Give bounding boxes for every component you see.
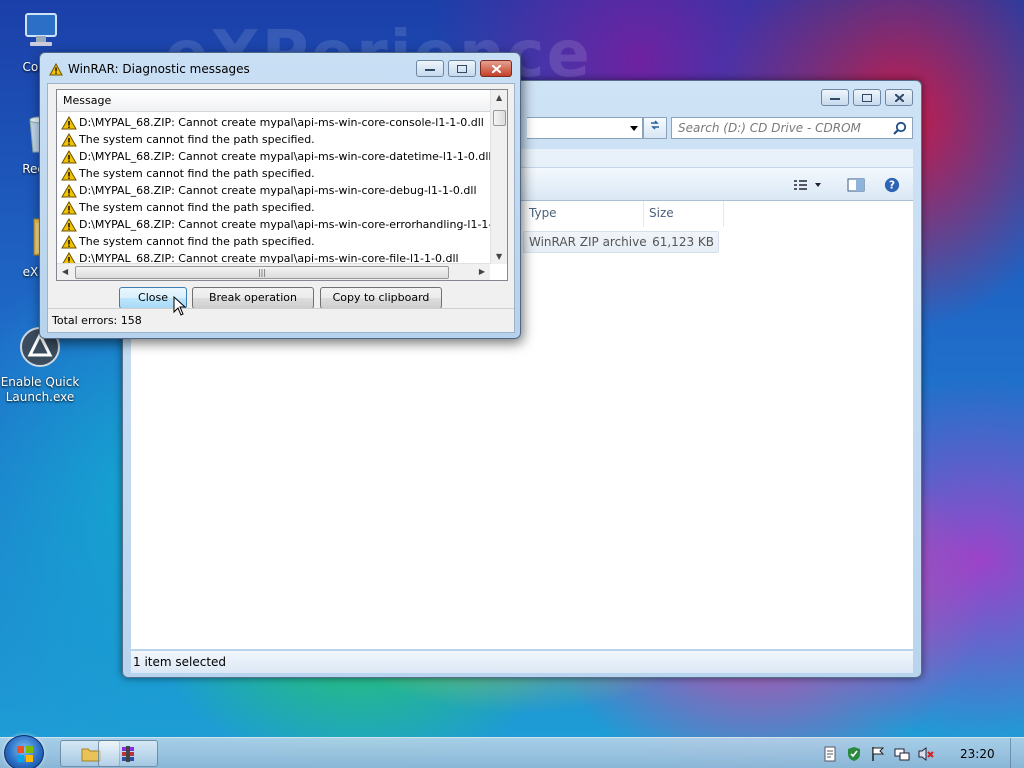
file-type-cell: WinRAR ZIP archive xyxy=(529,235,647,249)
message-text: D:\MYPAL_68.ZIP: Cannot create mypal\api… xyxy=(79,116,484,129)
volume-muted-icon[interactable] xyxy=(918,746,934,762)
scroll-up-icon[interactable]: ▲ xyxy=(496,93,502,102)
explorer-caption-buttons xyxy=(821,89,913,106)
maximize-button[interactable] xyxy=(853,89,881,106)
search-icon[interactable] xyxy=(893,121,907,135)
winrar-diagnostic-dialog: WinRAR: Diagnostic messages Message D:\M… xyxy=(39,52,521,339)
search-placeholder: Search (D:) CD Drive - CDROM xyxy=(678,121,861,135)
copy-to-clipboard-button[interactable]: Copy to clipboard xyxy=(320,287,442,309)
close-icon xyxy=(491,64,501,73)
minimize-icon xyxy=(830,97,840,100)
winrar-icon xyxy=(122,746,134,762)
computer-icon xyxy=(25,13,57,46)
dialog-status: Total errors: 158 xyxy=(48,308,514,332)
break-operation-button[interactable]: Break operation xyxy=(192,287,314,309)
horizontal-scrollbar[interactable]: ◀ ||| ▶ xyxy=(57,263,490,280)
message-text: D:\MYPAL_68.ZIP: Cannot create mypal\api… xyxy=(79,184,477,197)
maximize-button[interactable] xyxy=(448,60,476,77)
notes-icon[interactable] xyxy=(822,746,838,762)
list-item[interactable]: D:\MYPAL_68.ZIP: Cannot create mypal\api… xyxy=(57,182,490,199)
dialog-body: Message D:\MYPAL_68.ZIP: Cannot create m… xyxy=(47,83,515,333)
dialog-title: WinRAR: Diagnostic messages xyxy=(68,62,250,76)
column-header-type[interactable]: Type xyxy=(523,201,643,227)
total-errors: Total errors: 158 xyxy=(52,314,142,327)
message-text: The system cannot find the path specifie… xyxy=(79,167,315,180)
column-separator[interactable] xyxy=(723,201,724,227)
action-center-flag-icon[interactable] xyxy=(870,746,886,762)
warning-icon xyxy=(61,115,77,129)
warning-icon xyxy=(61,149,77,163)
scroll-thumb[interactable] xyxy=(493,110,506,126)
close-icon xyxy=(894,93,904,102)
message-text: The system cannot find the path specifie… xyxy=(79,201,315,214)
show-desktop-button[interactable] xyxy=(1010,738,1024,768)
taskbar-clock[interactable]: 23:20 xyxy=(960,747,995,761)
warning-icon xyxy=(61,234,77,248)
message-text: The system cannot find the path specifie… xyxy=(79,235,315,248)
message-rows: D:\MYPAL_68.ZIP: Cannot create mypal\api… xyxy=(57,114,490,267)
list-item[interactable]: The system cannot find the path specifie… xyxy=(57,233,490,250)
preview-pane-icon[interactable] xyxy=(847,177,865,193)
column-header-size[interactable]: Size xyxy=(643,201,723,227)
message-list[interactable]: Message D:\MYPAL_68.ZIP: Cannot create m… xyxy=(56,89,508,281)
list-item[interactable]: D:\MYPAL_68.ZIP: Cannot create mypal\api… xyxy=(57,148,490,165)
message-text: D:\MYPAL_68.ZIP: Cannot create mypal\api… xyxy=(79,150,490,163)
minimize-icon xyxy=(425,68,435,71)
close-button[interactable] xyxy=(885,89,913,106)
maximize-icon xyxy=(862,93,872,102)
help-icon[interactable]: ? xyxy=(883,177,901,193)
minimize-button[interactable] xyxy=(416,60,444,77)
column-header-message[interactable]: Message xyxy=(57,90,490,112)
scroll-right-icon[interactable]: ▶ xyxy=(479,267,485,276)
chevron-down-icon xyxy=(630,126,638,131)
maximize-icon xyxy=(457,64,467,73)
desktop-icon-label: Enable Quick Launch.exe xyxy=(0,375,80,404)
svg-text:?: ? xyxy=(889,179,895,192)
warning-icon xyxy=(61,166,77,180)
search-input[interactable]: Search (D:) CD Drive - CDROM xyxy=(671,117,913,139)
warning-icon xyxy=(61,132,77,146)
start-button[interactable] xyxy=(4,735,44,768)
list-item[interactable]: D:\MYPAL_68.ZIP: Cannot create mypal\api… xyxy=(57,216,490,233)
scroll-down-icon[interactable]: ▼ xyxy=(496,252,502,261)
mouse-cursor-icon xyxy=(173,296,187,316)
scroll-left-icon[interactable]: ◀ xyxy=(62,267,68,276)
warning-icon xyxy=(61,217,77,231)
list-item[interactable]: The system cannot find the path specifie… xyxy=(57,199,490,216)
refresh-button[interactable] xyxy=(643,117,667,139)
message-text: D:\MYPAL_68.ZIP: Cannot create mypal\api… xyxy=(79,218,490,231)
close-button[interactable] xyxy=(480,60,512,77)
address-bar[interactable] xyxy=(527,117,643,139)
list-item[interactable]: The system cannot find the path specifie… xyxy=(57,165,490,182)
taskbar: 23:20 xyxy=(0,735,1024,768)
network-icon[interactable] xyxy=(894,746,910,762)
scroll-thumb[interactable]: ||| xyxy=(75,266,449,279)
windows-orb-icon xyxy=(17,746,33,762)
refresh-icon xyxy=(651,120,659,130)
list-item[interactable]: The system cannot find the path specifie… xyxy=(57,131,490,148)
dialog-caption-buttons xyxy=(416,60,512,77)
view-options-icon[interactable] xyxy=(793,177,823,193)
security-shield-icon[interactable] xyxy=(846,746,862,762)
message-text: The system cannot find the path specifie… xyxy=(79,133,315,146)
vertical-scrollbar[interactable]: ▲ ▼ xyxy=(490,90,507,264)
file-size-cell: 61,123 KB xyxy=(652,235,714,249)
list-item[interactable]: D:\MYPAL_68.ZIP: Cannot create mypal\api… xyxy=(57,114,490,131)
taskbar-winrar-button[interactable] xyxy=(98,740,158,767)
table-row[interactable]: WinRAR ZIP archive 61,123 KB xyxy=(523,231,719,253)
status-bar: 1 item selected xyxy=(131,651,913,673)
status-text: 1 item selected xyxy=(133,655,227,669)
warning-icon xyxy=(61,200,77,214)
warning-icon xyxy=(49,63,63,76)
warning-icon xyxy=(61,183,77,197)
minimize-button[interactable] xyxy=(821,89,849,106)
